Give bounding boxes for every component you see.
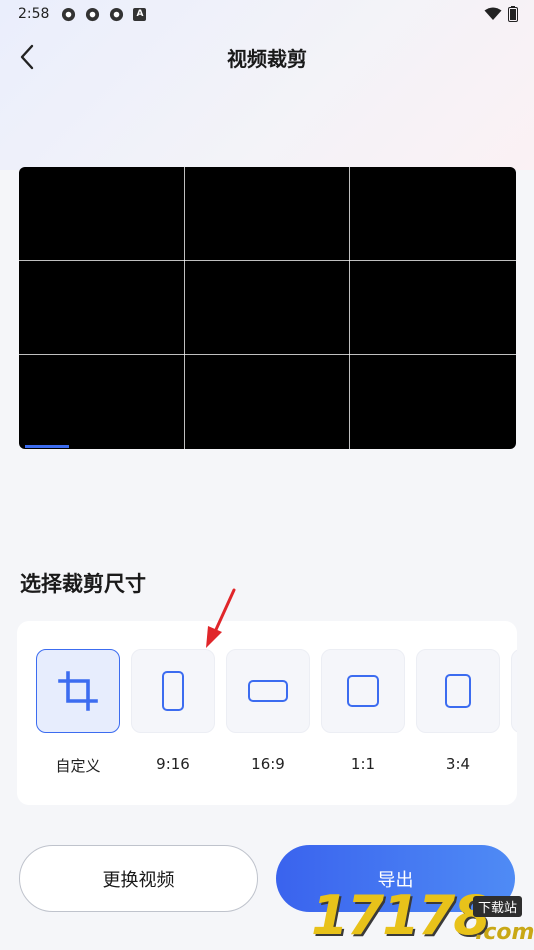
crop-grid-line (349, 167, 350, 449)
ratio-option-custom[interactable]: 自定义 (36, 649, 120, 776)
ratio-option-16-9[interactable]: 16:9 (226, 649, 310, 776)
app-notification-icon (86, 7, 100, 21)
ratio-option-box[interactable] (416, 649, 500, 733)
ratio-option-box[interactable] (511, 649, 517, 733)
ratio-option-box[interactable] (226, 649, 310, 733)
status-time: 2:58 (18, 6, 50, 22)
ratio-option-3-4[interactable]: 3:4 (416, 649, 500, 776)
ratio-option-label: 9:16 (156, 755, 190, 773)
ratio-option-box[interactable] (131, 649, 215, 733)
font-notification-icon: A (133, 7, 147, 21)
watermark-domain: .com (475, 920, 534, 945)
square-ratio-icon (347, 675, 379, 707)
battery-icon (508, 6, 518, 22)
watermark-logo: 17178 下载站 .com (305, 886, 534, 950)
annotation-arrow-icon (206, 588, 236, 648)
video-crop-preview[interactable] (19, 167, 516, 449)
wifi-icon (484, 7, 502, 20)
page-title: 视频裁剪 (227, 46, 307, 71)
nav-bar: 视频裁剪 (0, 34, 534, 80)
status-bar: 2:58 A (0, 0, 534, 28)
portrait-ratio-icon (445, 674, 471, 708)
ratio-option-9-16[interactable]: 9:16 (131, 649, 215, 776)
ratio-option-box[interactable] (36, 649, 120, 733)
watermark-number: 17178 (311, 884, 491, 947)
playback-progress-bar[interactable] (25, 445, 69, 448)
crop-grid-line (19, 354, 516, 355)
back-button[interactable] (12, 42, 42, 72)
app-notification-icon (62, 7, 76, 21)
landscape-ratio-icon (248, 680, 288, 702)
section-title: 选择裁剪尺寸 (20, 572, 146, 596)
ratio-option-label: 3:4 (445, 755, 471, 773)
portrait-ratio-icon (162, 671, 184, 711)
crop-grid-line (19, 260, 516, 261)
ratio-option-box[interactable] (321, 649, 405, 733)
ratio-options-card: 自定义 9:16 16:9 1:1 3:4 (17, 621, 517, 805)
status-right (484, 6, 518, 22)
ratio-option-1-1[interactable]: 1:1 (321, 649, 405, 776)
chevron-left-icon (20, 44, 34, 70)
ratio-option-label: 自定义 (55, 757, 101, 775)
ratio-option-label: 1:1 (350, 755, 376, 773)
watermark-tag: 下载站 (473, 896, 523, 917)
change-video-button[interactable]: 更换视频 (19, 845, 258, 912)
app-notification-icon (110, 7, 124, 21)
crop-icon (58, 671, 98, 711)
ratio-option-label: 16:9 (251, 755, 285, 773)
ratio-options-row: 自定义 9:16 16:9 1:1 3:4 (36, 649, 517, 776)
ratio-option-more[interactable] (511, 649, 517, 776)
crop-grid-line (184, 167, 185, 449)
